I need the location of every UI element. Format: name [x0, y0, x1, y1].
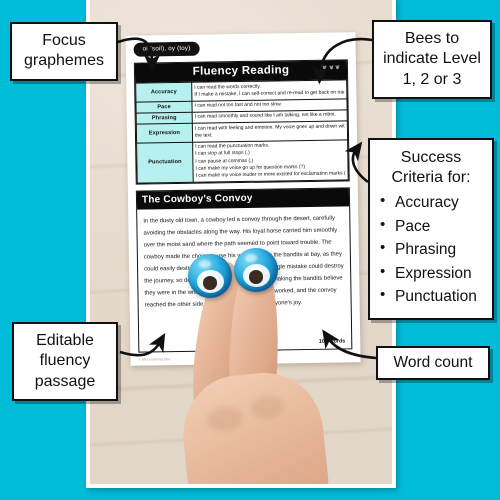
criteria-line: I can read smoothly and sound like I am …: [194, 111, 336, 120]
fluency-reading-table: Fluency Reading Accuracy I can read the …: [133, 59, 350, 185]
criteria-line: I can read not too fast and not too slow…: [194, 101, 282, 109]
callout-success-criteria: Success Criteria for: Accuracy Pace Phra…: [368, 138, 494, 320]
fluency-table-title: Fluency Reading: [192, 64, 290, 78]
list-item: Punctuation: [375, 284, 487, 309]
footer-credit: © Mrs Learning Bee: [138, 357, 171, 362]
criteria-line: If I make a mistake, I can self-correct …: [194, 89, 345, 98]
callout-bees-level: Bees to indicate Level 1, 2 or 3: [372, 20, 492, 100]
photo-image: oi (soil), oy (toy) Fluency Reading Accu…: [90, 0, 392, 484]
word-count-label: 102 words: [318, 338, 346, 345]
slide-canvas: oi (soil), oy (toy) Fluency Reading Accu…: [0, 0, 500, 500]
criteria-label-accuracy: Accuracy: [135, 82, 192, 102]
bee-level-icons: [322, 64, 340, 70]
criteria-desc-punctuation: I can read the punctuation marks. I can …: [192, 139, 349, 183]
callout-editable-passage: Editable fluency passage: [12, 322, 118, 402]
bee-icon: [322, 65, 327, 70]
skin-shading: [205, 404, 245, 434]
callout-word-count: Word count: [376, 346, 490, 380]
list-item: Accuracy: [375, 190, 487, 215]
criteria-label-pace: Pace: [135, 100, 193, 113]
criteria-desc-accuracy: I can read the words correctly. If I mak…: [191, 79, 347, 101]
criteria-desc-expression: I can read with feeling and emotion. My …: [192, 120, 348, 142]
list-item: Expression: [375, 261, 487, 286]
list-item: Pace: [375, 214, 487, 239]
callout-focus-graphemes: Focus graphemes: [10, 22, 118, 81]
table-row: Punctuation I can read the punctuation m…: [136, 139, 349, 183]
callout-success-list: Accuracy Pace Phrasing Expression Punctu…: [375, 190, 487, 309]
bee-icon: [328, 65, 334, 70]
criteria-label-phrasing: Phrasing: [136, 112, 193, 125]
criteria-label-expression: Expression: [136, 123, 193, 143]
grapheme-focus-pill: oi (soil), oy (toy): [133, 41, 200, 57]
fluency-table-header: Fluency Reading: [134, 60, 348, 83]
wood-grain-line: [90, 374, 392, 394]
passage-text: In the dusty old town, a cowboy led a co…: [143, 215, 344, 309]
criteria-line: I can make my voice louder or more excit…: [195, 170, 346, 179]
skin-shading: [249, 395, 286, 421]
criteria-label-punctuation: Punctuation: [136, 141, 194, 183]
wood-grain-line: [90, 426, 392, 448]
fluency-passage-box: The Cowboy's Convoy In the dusty old tow…: [135, 187, 353, 353]
list-item: Phrasing: [375, 237, 487, 262]
photo-frame: oi (soil), oy (toy) Fluency Reading Accu…: [86, 0, 396, 488]
success-criteria-table: Accuracy I can read the words correctly.…: [135, 79, 349, 183]
worksheet-page: oi (soil), oy (toy) Fluency Reading Accu…: [125, 32, 361, 366]
bee-icon: [335, 65, 340, 70]
callout-success-heading: Success Criteria for:: [391, 149, 471, 186]
